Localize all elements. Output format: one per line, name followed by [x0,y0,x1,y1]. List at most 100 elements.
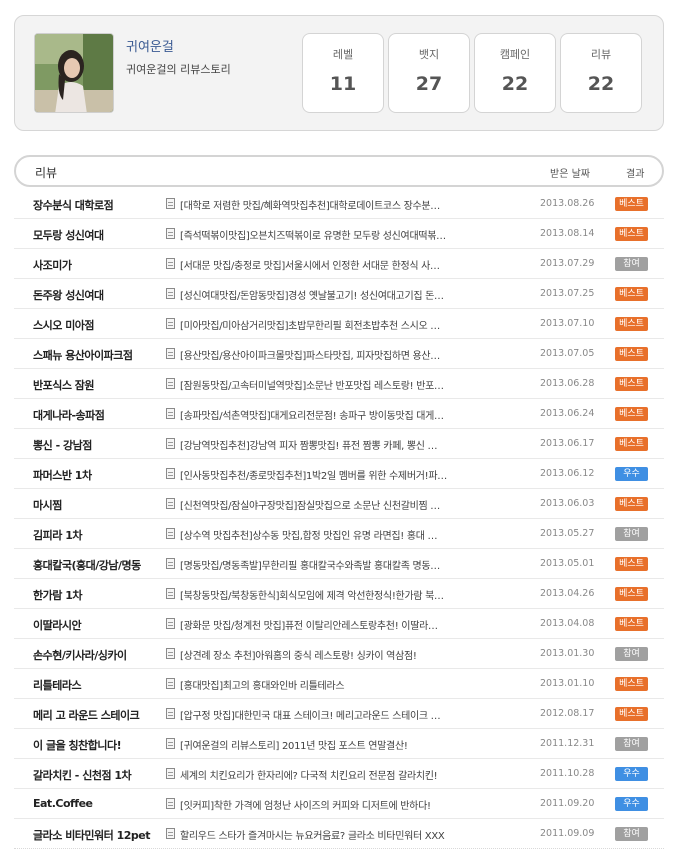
review-title-link[interactable]: [상견례 장소 추천]아워홈의 중식 레스토랑! 싱카이 역삼점! [180,647,486,662]
result-badge: 베스트 [615,707,648,721]
document-icon [166,198,175,209]
result-badge: 베스트 [615,677,648,691]
table-row: 홍대칼국(홍대/강남/명동 [명동맛집/명동족발]무한리필 홍대칼국수와족발 홍대… [14,549,664,579]
campaign-name-link[interactable]: 글라소 비타민워터 12pet [33,827,163,843]
campaign-name-link[interactable]: 반포식스 잠원 [33,377,163,393]
table-row: 글라소 비타민워터 12pet 할리우드 스타가 즐겨마시는 뉴요커음료? 글라소… [14,819,664,849]
table-row: 스시오 미아점 [미아맛집/미아삼거리맛집]초밥무한리필 회전초밥추천 스시오 …… [14,309,664,339]
document-icon [166,378,175,389]
campaign-name-link[interactable]: 마시찜 [33,497,163,513]
received-date: 2011.12.31 [540,738,595,749]
review-title-link[interactable]: 세계의 치킨요리가 한자리에? 다국적 치킨요리 전문점 갈라치킨! [180,767,486,782]
header-result: 결과 [626,169,645,180]
received-date: 2013.01.10 [540,678,595,689]
document-icon [166,558,175,569]
campaign-name-link[interactable]: 이 글을 칭찬합니다! [33,737,163,753]
profile-name[interactable]: 귀여운걸 [126,36,174,55]
table-row: 마시찜 [신천역맛집/잠실야구장맛집]잠실맛집으로 소문난 신천갈비찜 … 2013… [14,489,664,519]
header-date: 받은 날짜 [550,169,590,180]
campaign-name-link[interactable]: 손수현/키사라/싱카이 [33,647,163,663]
campaign-name-link[interactable]: Eat.Coffee [33,797,163,810]
campaign-name-link[interactable]: 스패뉴 용산아이파크점 [33,347,163,363]
campaign-name-link[interactable]: 이딸라시안 [33,617,163,633]
review-title-link[interactable]: [명동맛집/명동족발]무한리필 홍대칼국수와족발 홍대칼족 명동… [180,557,486,572]
campaign-name-link[interactable]: 대게나라-송파점 [33,407,163,423]
campaign-name-link[interactable]: 김피라 1차 [33,527,163,543]
campaign-name-link[interactable]: 메리 고 라운드 스테이크 [33,707,163,723]
review-title-link[interactable]: [잇커피]착한 가격에 엄청난 사이즈의 커피와 디저트에 반하다! [180,797,486,812]
received-date: 2011.09.09 [540,828,595,839]
review-title-link[interactable]: [북창동맛집/북창동한식]회식모임에 제격 악선한정식!한가람 북… [180,587,486,602]
stat-label: 뱃지 [418,48,440,61]
table-row: 이딸라시안 [광화문 맛집/청계천 맛집]퓨전 이탈리안레스토랑추천! 이딸라… 2… [14,609,664,639]
table-row: 반포식스 잠원 [잠원동맛집/고속터미널역맛집]소문난 반포맛집 레스토랑! 반포… [14,369,664,399]
table-row: 사조미가 [서대문 맛집/충정로 맛집]서울시에서 인정한 서대문 한정식 사… 2… [14,249,664,279]
review-title-link[interactable]: [즉석떡볶이맛집]오븐치즈떡볶이로 유명한 모두랑 성신여대떡볶… [180,227,486,242]
received-date: 2013.05.01 [540,558,595,569]
review-title-link[interactable]: [서대문 맛집/충정로 맛집]서울시에서 인정한 서대문 한정식 사… [180,257,486,272]
review-title-link[interactable]: [상수역 맛집추천]상수동 맛집,합정 맛집인 유명 라면집! 홍대 … [180,527,486,542]
review-title-link[interactable]: [압구정 맛집]대한민국 대표 스테이크! 메리고라운드 스테이크 … [180,707,486,722]
stat-badges[interactable]: 뱃지 27 [388,33,470,113]
campaign-name-link[interactable]: 사조미가 [33,257,163,273]
result-badge: 베스트 [615,557,648,571]
table-row: 이 글을 칭찬합니다! [귀여운걸의 리뷰스토리] 2011년 맛집 포스트 연말… [14,729,664,759]
review-title-link[interactable]: 할리우드 스타가 즐겨마시는 뉴요커음료? 글라소 비타민워터 XXX [180,827,486,842]
stat-reviews[interactable]: 리뷰 22 [560,33,642,113]
received-date: 2013.06.03 [540,498,595,509]
document-icon [166,798,175,809]
profile-photo [35,34,113,112]
review-title-link[interactable]: [신천역맛집/잠실야구장맛집]잠실맛집으로 소문난 신천갈비찜 … [180,497,486,512]
result-badge: 베스트 [615,617,648,631]
campaign-name-link[interactable]: 장수분식 대학로점 [33,197,163,213]
campaign-name-link[interactable]: 모두랑 성신여대 [33,227,163,243]
document-icon [166,408,175,419]
result-badge: 베스트 [615,317,648,331]
campaign-name-link[interactable]: 한가람 1차 [33,587,163,603]
received-date: 2013.07.10 [540,318,595,329]
campaign-name-link[interactable]: 파머스반 1차 [33,467,163,483]
review-title-link[interactable]: [홍대맛집]최고의 홍대와인바 리틀테라스 [180,677,486,692]
table-row: 스패뉴 용산아이파크점 [용산맛집/용산아이파크몰맛집]파스타맛집, 피자맛집하면… [14,339,664,369]
review-title-link[interactable]: [송파맛집/석촌역맛집]대게요리전문점! 송파구 방이동맛집 대게… [180,407,486,422]
review-title-link[interactable]: [대학로 저렴한 맛집/혜화역맛집추천]대학로데이트코스 장수분… [180,197,486,212]
document-icon [166,588,175,599]
result-badge: 베스트 [615,407,648,421]
campaign-name-link[interactable]: 갈라치킨 - 신천점 1차 [33,767,163,783]
table-row: 뽕신 - 강남점 [강남역맛집추천]강남역 피자 짬뽕맛집! 퓨전 짬뽕 카페, … [14,429,664,459]
received-date: 2013.04.26 [540,588,595,599]
table-row: 메리 고 라운드 스테이크 [압구정 맛집]대한민국 대표 스테이크! 메리고라운… [14,699,664,729]
review-title-link[interactable]: [광화문 맛집/청계천 맛집]퓨전 이탈리안레스토랑추천! 이딸라… [180,617,486,632]
review-title-link[interactable]: [잠원동맛집/고속터미널역맛집]소문난 반포맛집 레스토랑! 반포… [180,377,486,392]
table-row: Eat.Coffee [잇커피]착한 가격에 엄청난 사이즈의 커피와 디저트에 … [14,789,664,819]
review-title-link[interactable]: [성신여대맛집/돈암동맛집]경성 옛날불고기! 성신여대고기집 돈… [180,287,486,302]
received-date: 2013.06.17 [540,438,595,449]
document-icon [166,438,175,449]
stat-label: 레벨 [332,48,354,61]
avatar[interactable] [34,33,114,113]
result-badge: 베스트 [615,497,648,511]
review-title-link[interactable]: [미아맛집/미아삼거리맛집]초밥무한리필 회전초밥추천 스시오 … [180,317,486,332]
stat-value: 27 [415,73,443,95]
result-badge: 베스트 [615,377,648,391]
campaign-name-link[interactable]: 뽕신 - 강남점 [33,437,163,453]
stat-level[interactable]: 레벨 11 [302,33,384,113]
campaign-name-link[interactable]: 스시오 미아점 [33,317,163,333]
document-icon [166,318,175,329]
result-badge: 참여 [615,827,648,841]
stat-campaigns[interactable]: 캠페인 22 [474,33,556,113]
review-list-header: 리뷰 받은 날짜 결과 [14,155,664,187]
review-title-link[interactable]: [귀여운걸의 리뷰스토리] 2011년 맛집 포스트 연말결산! [180,737,486,752]
received-date: 2013.07.25 [540,288,595,299]
result-badge: 참여 [615,257,648,271]
document-icon [166,708,175,719]
received-date: 2013.04.08 [540,618,595,629]
campaign-name-link[interactable]: 홍대칼국(홍대/강남/명동 [33,557,163,573]
review-title-link[interactable]: [인사동맛집추천/종로맛집추천]1박2일 멤버를 위한 수제버거!파… [180,467,486,482]
campaign-name-link[interactable]: 돈주왕 성신여대 [33,287,163,303]
review-title-link[interactable]: [강남역맛집추천]강남역 피자 짬뽕맛집! 퓨전 짬뽕 카페, 뽕신 … [180,437,486,452]
table-row: 장수분식 대학로점 [대학로 저렴한 맛집/혜화역맛집추천]대학로데이트코스 장수… [14,189,664,219]
review-title-link[interactable]: [용산맛집/용산아이파크몰맛집]파스타맛집, 피자맛집하면 용산… [180,347,486,362]
document-icon [166,618,175,629]
campaign-name-link[interactable]: 리틀테라스 [33,677,163,693]
